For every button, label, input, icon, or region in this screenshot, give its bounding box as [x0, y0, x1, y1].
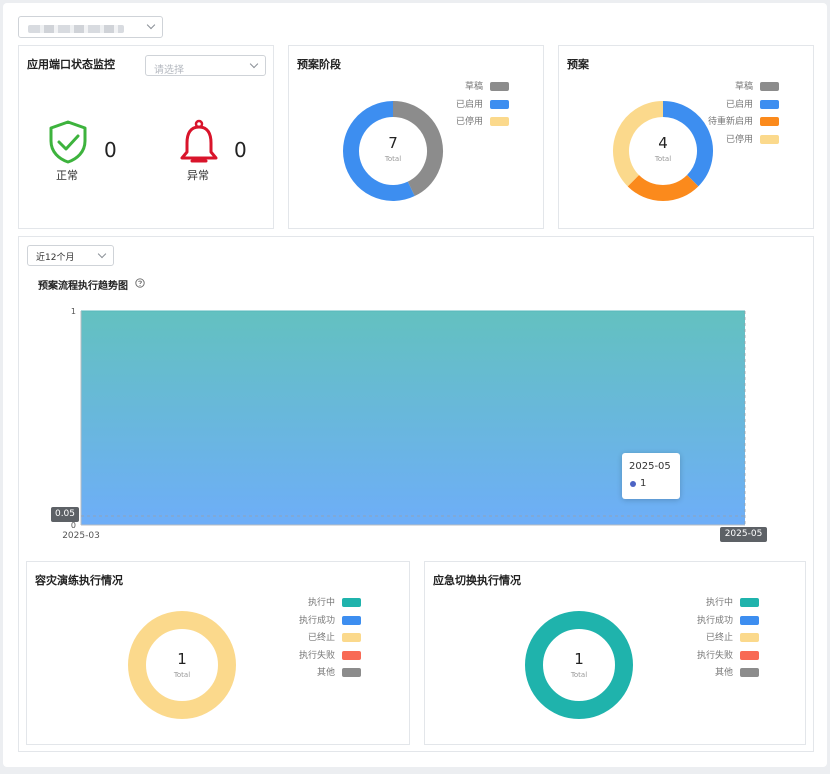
legend-swatch — [740, 615, 759, 625]
legend-swatch — [740, 668, 759, 677]
donut-center: 1 Total — [549, 650, 609, 679]
legend-label: 已终止 — [705, 633, 733, 643]
total-label: Total — [173, 671, 191, 679]
legend-swatch — [342, 615, 361, 625]
tooltip-value: 1 — [640, 478, 647, 489]
card-title: 应急切换执行情况 — [433, 574, 521, 587]
y-tick-label: 1 — [71, 307, 76, 316]
card-title: 容灾演练执行情况 — [35, 574, 123, 587]
legend-swatch — [342, 650, 361, 660]
chart-tooltip: 2025-05 1 — [622, 453, 680, 499]
legend-label: 执行失败 — [696, 650, 733, 661]
legend: 执行中执行成功已终止执行失败其他 — [659, 597, 759, 687]
legend-label: 执行失败 — [298, 650, 335, 661]
legend-label: 其他 — [714, 668, 733, 678]
legend-label: 其他 — [316, 668, 335, 678]
total-value: 1 — [177, 650, 187, 668]
legend-label: 执行中 — [307, 598, 335, 608]
legend-swatch — [342, 633, 361, 642]
legend-label: 执行中 — [705, 598, 733, 608]
legend-swatch — [740, 633, 759, 642]
legend-swatch — [342, 668, 361, 677]
x-tick-label: 2025-03 — [62, 531, 100, 541]
legend-label: 执行成功 — [696, 615, 733, 626]
legend-swatch — [342, 598, 361, 607]
legend: 执行中执行成功已终止执行失败其他 — [261, 597, 361, 687]
legend-swatch — [740, 650, 759, 660]
donut-center: 1 Total — [152, 650, 212, 679]
tooltip-title: 2025-05 — [629, 461, 671, 472]
trend-area-chart: 1 02025-03 — [62, 307, 746, 541]
emergency-switch-card: 应急切换执行情况 1 Total 执行中执行成功已终止执行失败其他 — [424, 561, 806, 745]
dr-drill-card: 容灾演练执行情况 1 Total 执行中执行成功已终止执行失败其他 — [26, 561, 410, 745]
crosshair-x-label: 2025-05 — [720, 527, 767, 542]
legend-label: 已终止 — [307, 633, 335, 643]
tooltip-dot — [630, 481, 636, 487]
legend-label: 执行成功 — [298, 615, 335, 626]
total-value: 1 — [574, 650, 584, 668]
total-label: Total — [570, 671, 588, 679]
legend-swatch — [740, 598, 759, 607]
y-tick-label: 0 — [71, 521, 76, 530]
crosshair-y-label: 0.05 — [51, 507, 79, 522]
